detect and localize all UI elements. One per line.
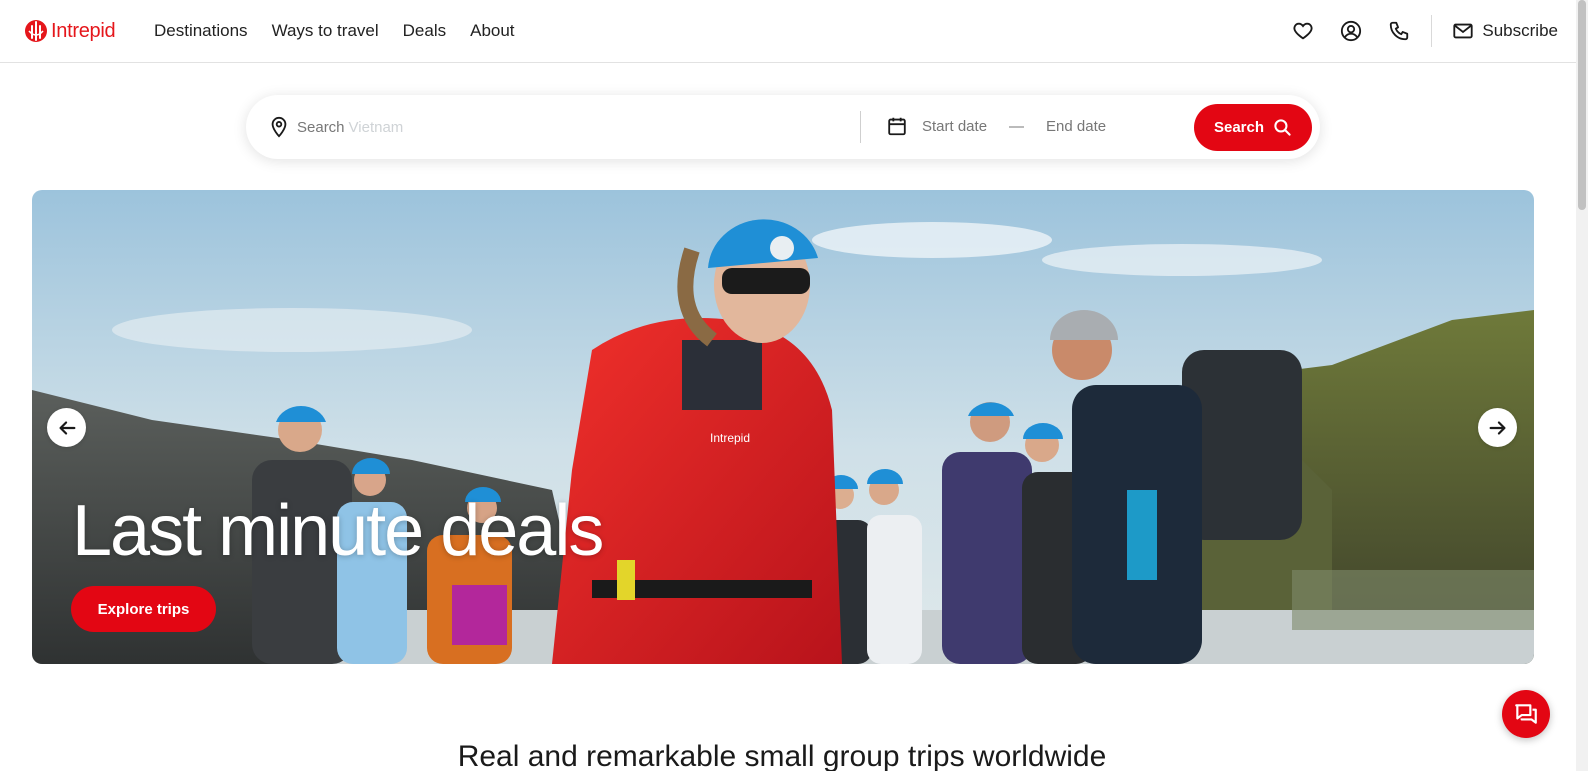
header-actions: Subscribe	[1267, 0, 1558, 62]
brand-name: Intrepid	[51, 19, 116, 42]
page-scrollbar[interactable]	[1576, 0, 1588, 771]
intrepid-logo[interactable]: Intrepid	[24, 18, 116, 44]
explore-trips-button[interactable]: Explore trips	[71, 586, 216, 632]
end-date-field[interactable]: End date	[1046, 118, 1106, 135]
nav-ways-to-travel[interactable]: Ways to travel	[272, 21, 379, 41]
wishlist-button[interactable]	[1291, 19, 1315, 43]
carousel-next-button[interactable]	[1478, 408, 1517, 447]
start-date-field[interactable]: Start date	[922, 118, 987, 135]
mail-icon	[1453, 23, 1474, 39]
search-label: Search	[297, 118, 345, 136]
chat-button[interactable]	[1502, 690, 1550, 738]
section-tagline: Real and remarkable small group trips wo…	[457, 740, 1107, 771]
search-suggestion: Vietnam	[348, 118, 404, 136]
account-button[interactable]	[1339, 19, 1363, 43]
search-button-label: Search	[1213, 119, 1265, 136]
phone-icon	[1390, 21, 1409, 41]
intrepid-logo-icon	[25, 20, 47, 42]
calendar-icon	[888, 117, 906, 136]
arrow-left-icon	[58, 420, 75, 435]
header-divider	[1431, 15, 1433, 47]
date-range-field: Start date — End date	[886, 115, 1106, 137]
account-icon	[1341, 20, 1362, 42]
search-divider	[860, 111, 861, 143]
nav-destinations[interactable]: Destinations	[154, 21, 248, 41]
nav-deals[interactable]: Deals	[403, 21, 446, 41]
hero-banner: Intrepid Last minute deals Explore trips	[32, 190, 1534, 664]
search-button[interactable]: Search	[1194, 104, 1312, 151]
subscribe-label: Subscribe	[1482, 21, 1558, 40]
site-header: Intrepid Destinations Ways to travel Dea…	[0, 0, 1588, 63]
scrollbar-thumb[interactable]	[1578, 0, 1586, 210]
jacket-logo-text: Intrepid	[710, 431, 750, 445]
hero-photo: Intrepid	[32, 190, 1534, 664]
trip-search-bar: Search Vietnam Start date — End date Sea…	[246, 95, 1320, 159]
explore-trips-label: Explore trips	[97, 600, 190, 618]
destination-field[interactable]: Search Vietnam	[268, 115, 403, 139]
location-pin-icon	[271, 116, 287, 138]
carousel-prev-button[interactable]	[47, 408, 86, 447]
search-icon	[1274, 119, 1291, 136]
subscribe-button[interactable]: Subscribe	[1452, 20, 1558, 42]
hero-title: Last minute deals	[72, 491, 604, 571]
date-separator: —	[1009, 117, 1025, 135]
call-button[interactable]	[1387, 19, 1411, 43]
main-nav: Destinations Ways to travel Deals About	[154, 0, 539, 62]
arrow-right-icon	[1489, 420, 1506, 435]
nav-about[interactable]: About	[470, 21, 514, 41]
heart-icon	[1293, 22, 1313, 40]
chat-icon	[1515, 704, 1537, 724]
